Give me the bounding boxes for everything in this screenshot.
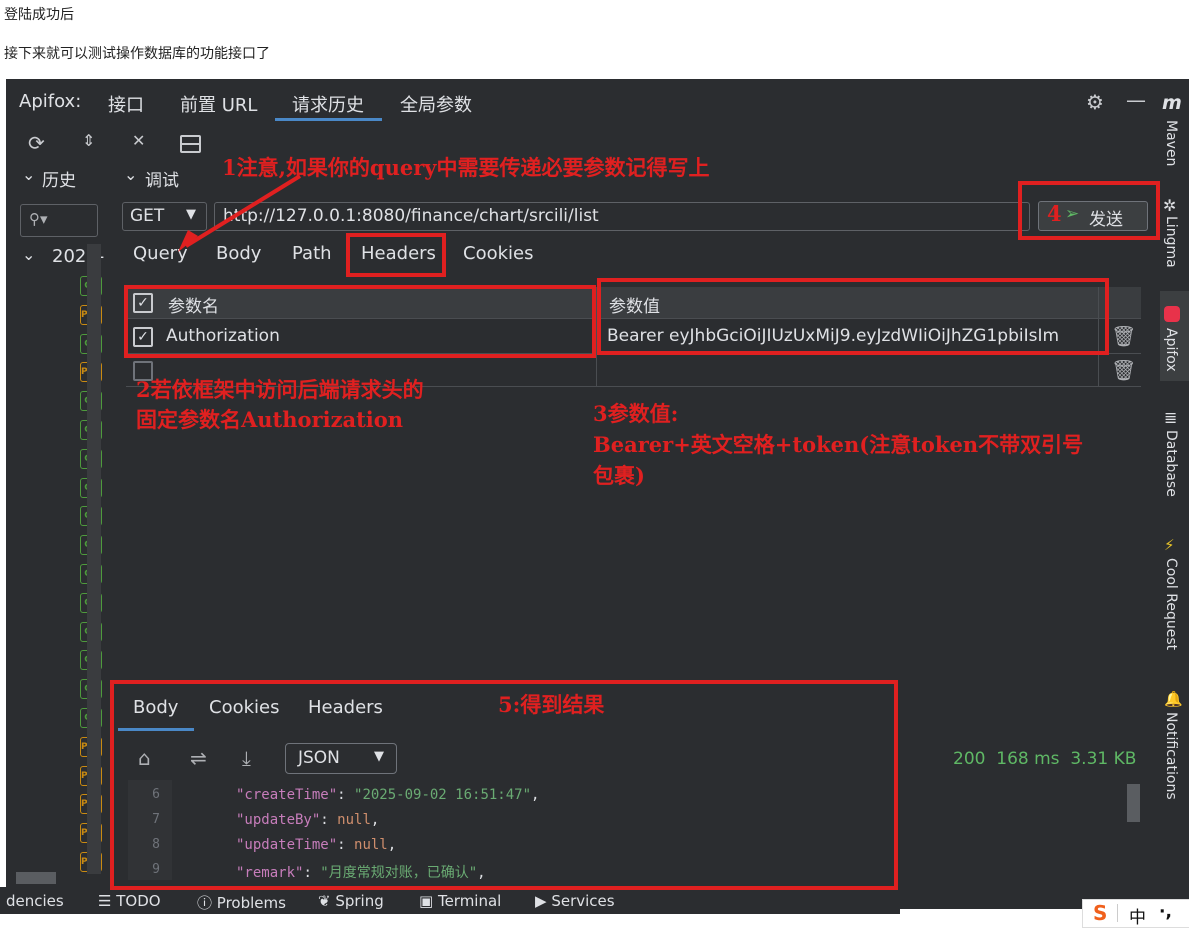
status-dependencies[interactable]: dencies — [6, 892, 64, 910]
ime-punct: ·, — [1159, 902, 1172, 922]
annotation-note-5: 5:得到结果 — [498, 692, 605, 717]
trash-icon[interactable]: 🗑 — [1111, 324, 1136, 348]
apifox-label: Apifox: — [19, 91, 82, 112]
horizontal-scrollbar[interactable] — [16, 872, 56, 884]
info-icon: ⓘ — [197, 894, 217, 912]
response-time: 168 ms — [996, 749, 1060, 769]
response-meta: 200 168 ms 3.31 KB — [953, 749, 1136, 769]
status-spring[interactable]: ❦ Spring — [318, 892, 384, 910]
tab-request-history[interactable]: 请求历史 — [292, 91, 364, 117]
leaf-icon: ❦ — [318, 892, 336, 910]
sidebar-database[interactable]: Database — [1163, 430, 1179, 497]
status-services[interactable]: ▶ Services — [535, 892, 615, 910]
search-icon: ⚲▾ — [29, 210, 48, 228]
history-label: 历史 — [42, 171, 76, 191]
bell-icon[interactable]: 🔔 — [1164, 690, 1183, 708]
apifox-icon[interactable] — [1164, 306, 1180, 322]
annotation-note-2b: 固定参数名Authorization — [136, 407, 404, 432]
status-code: 200 — [953, 749, 986, 769]
sogou-logo: S — [1093, 901, 1108, 925]
ime-indicator[interactable]: S 中 ·, — [1082, 899, 1189, 928]
cool-request-icon[interactable]: ⚡ — [1164, 536, 1175, 554]
year-chevron-icon[interactable]: ⌄ — [22, 245, 35, 264]
sidebar-maven[interactable]: Maven — [1163, 120, 1179, 166]
sidebar-notifications[interactable]: Notifications — [1163, 712, 1179, 800]
trash-icon[interactable]: 🗑 — [1111, 358, 1136, 382]
active-tab-indicator — [275, 118, 382, 121]
annotation-note-3b: Bearer+英文空格+token(注意token不带双引号 — [593, 432, 1084, 457]
annotation-box-headers — [346, 233, 446, 277]
doc-line-2: 接下来就可以测试操作数据库的功能接口了 — [4, 46, 270, 62]
code-scrollbar[interactable] — [1127, 784, 1140, 822]
minimize-icon[interactable]: — — [1126, 88, 1146, 112]
terminal-icon: ▣ — [419, 892, 438, 910]
history-search-input[interactable]: ⚲▾ — [20, 204, 98, 237]
annotation-note-3a: 3参数值: — [593, 401, 679, 426]
sidebar-cool-request[interactable]: Cool Request — [1163, 558, 1179, 650]
list-icon: ☰ — [98, 892, 117, 910]
method-value: GET — [130, 206, 165, 226]
gear-icon[interactable]: ⚙ — [1086, 90, 1104, 114]
annotation-note-2a: 2若依框架中访问后端请求头的 — [136, 377, 424, 402]
play-icon: ▶ — [535, 892, 552, 910]
tab-interface[interactable]: 接口 — [108, 91, 144, 117]
history-chevron-icon[interactable]: ⌄ — [22, 165, 35, 184]
annotation-box-send — [1018, 181, 1160, 240]
collapse-icon[interactable]: ✕ — [132, 131, 145, 150]
tab-global-params[interactable]: 全局参数 — [400, 91, 472, 117]
response-size: 3.31 KB — [1070, 749, 1137, 769]
ime-lang: 中 — [1129, 908, 1146, 928]
history-scrollbar[interactable] — [87, 244, 101, 874]
status-terminal[interactable]: ▣ Terminal — [419, 892, 501, 910]
sidebar-apifox[interactable]: Apifox — [1163, 328, 1179, 372]
url-input[interactable]: http://127.0.0.1:8080/finance/chart/srci… — [214, 202, 1030, 231]
annotation-note-1: 1注意,如果你的query中需要传递必要参数记得写上 — [222, 155, 710, 180]
status-todo[interactable]: ☰ TODO — [98, 892, 161, 910]
refresh-icon[interactable]: ⟳ — [28, 131, 45, 155]
maven-icon[interactable]: m — [1162, 92, 1182, 114]
annotation-box-param-name — [124, 285, 596, 358]
tab-prefix-url[interactable]: 前置 URL — [180, 91, 257, 117]
annotation-arrow — [178, 174, 302, 252]
sidebar-lingma[interactable]: Lingma — [1163, 216, 1179, 268]
layout-icon[interactable] — [180, 135, 201, 153]
doc-line-1: 登陆成功后 — [4, 7, 74, 23]
expand-icon[interactable]: ⇕ — [82, 131, 95, 150]
annotation-note-3c: 包裹) — [593, 463, 645, 488]
tab-cookies[interactable]: Cookies — [463, 243, 533, 264]
debug-chevron-icon[interactable]: ⌄ — [124, 165, 137, 184]
annotation-note-4: 4 — [1047, 201, 1062, 226]
database-icon[interactable]: ≣ — [1164, 408, 1177, 427]
status-problems[interactable]: ⓘ Problems — [197, 892, 286, 913]
annotation-box-param-value — [597, 278, 1109, 355]
lingma-icon[interactable]: ✲ — [1163, 196, 1176, 215]
